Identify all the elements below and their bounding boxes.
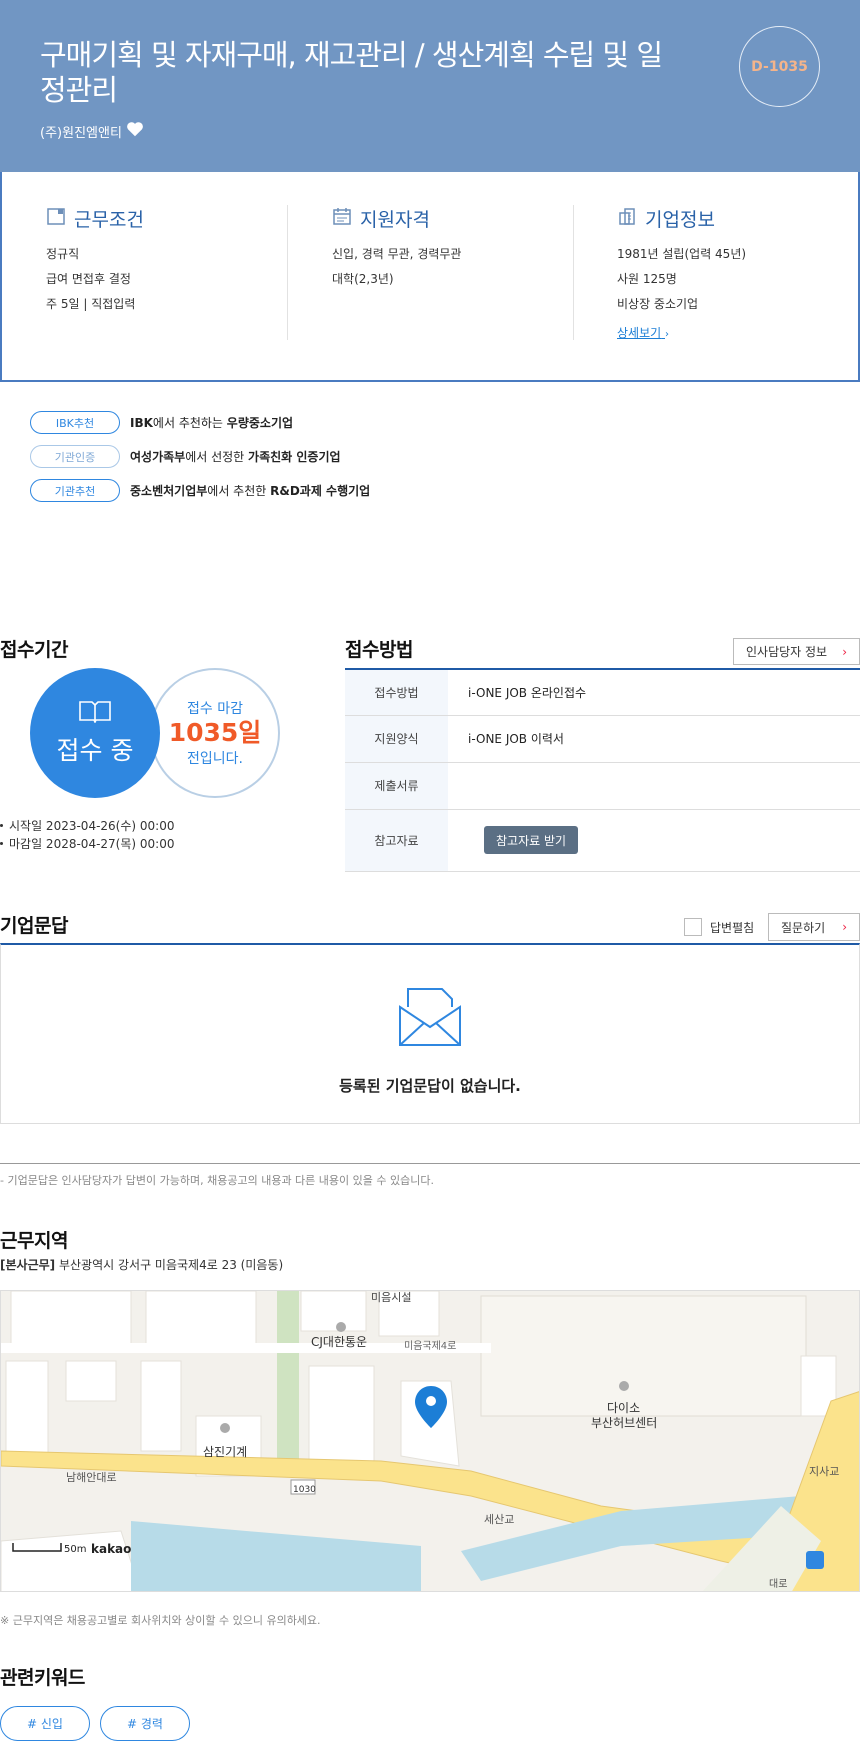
badge-cert: 기관인증 [30,445,120,468]
chevron-right-icon: › [842,644,847,659]
badge-rec: 기관추천 [30,479,120,502]
company-line: 1981년 설립(업력 45년) [617,247,747,261]
company-line: 비상장 중소기업 [617,297,699,311]
divider [573,205,574,340]
work-title: 근무조건 [74,209,144,231]
badge-ibk: IBK추천 [30,411,120,434]
job-title: 구매기획 및 자재구매, 재고관리 / 생산계획 수립 및 일정관리 [40,38,663,107]
deadline-suffix: 전입니다. [187,751,243,767]
period-title: 접수기간 [0,639,68,661]
qualifications: 지원자격 신입, 경력 무관, 경력무관 대학(2,3년) [332,205,572,340]
status-circle: 접수 중 [30,668,160,798]
map-label: 미음시설 [371,1291,412,1304]
badge-row-ibk: IBK추천 IBK에서 추천하는 우량중소기업 [30,411,293,434]
work-line: 정규직 [46,247,80,261]
qualification-line: 신입, 경력 무관, 경력무관 [332,247,462,261]
end-date: 마감일 2028-04-27(목) 00:00 [0,835,174,852]
company-name[interactable]: (주)원진엠앤티 [40,122,122,141]
keyword-chip[interactable]: # 경력 [100,1706,190,1741]
divider [287,205,288,340]
qa-note: - 기업문답은 인사담당자가 답변이 가능하며, 채용공고의 내용과 다른 내용… [0,1174,434,1187]
map-note: ※ 근무지역은 채용공고별로 회사위치와 상이할 수 있으니 유의하세요. [0,1614,321,1627]
map-scale: 50m [64,1544,87,1555]
qualification-title: 지원자격 [360,209,430,231]
map-label: 삼진기계 [203,1445,248,1459]
table-row: 지원양식 i-ONE JOB 이력서 [345,715,860,763]
heart-icon[interactable] [126,121,144,141]
ask-question-button[interactable]: 질문하기 › [768,913,860,941]
map-label: 남해안대로 [66,1471,117,1484]
map-label: 세산교 [484,1513,515,1526]
keyword-chip[interactable]: # 신입 [0,1706,90,1741]
address-line: [본사근무] 부산광역시 강서구 미음국제4로 23 (미음동) [0,1256,283,1273]
hr-info-button[interactable]: 인사담당자 정보 › [733,638,860,665]
table-row: 제출서류 [345,762,860,810]
apply-table: 접수방법 i-ONE JOB 온라인접수 지원양식 i-ONE JOB 이력서 … [345,668,860,872]
status-label: 접수 중 [56,736,134,765]
deadline-circle: 접수 마감 1035일 전입니다. [150,668,280,798]
chevron-right-icon: › [842,920,847,934]
reference-download-button[interactable]: 참고자료 받기 [484,826,579,854]
work-line: 주 5일 | 직접입력 [46,297,136,311]
table-row: 참고자료 참고자료 받기 [345,809,860,872]
map-label: CJ대한통운 [311,1335,368,1349]
map-label: 지사교 [809,1465,840,1478]
keywords-title: 관련키워드 [0,1667,85,1689]
start-date: 시작일 2023-04-26(수) 00:00 [0,817,174,834]
building-icon [617,206,637,231]
expand-checkbox[interactable] [684,918,702,936]
location-title: 근무지역 [0,1230,68,1252]
company-detail-link[interactable]: 상세보기 › [617,324,669,341]
deadline-label: 접수 마감 [187,701,243,717]
company-info-title: 기업정보 [645,209,715,231]
qa-expand-toggle[interactable]: 답변펼침 [684,918,754,936]
qualification-line: 대학(2,3년) [332,272,394,286]
qa-empty-message: 등록된 기업문답이 없습니다. [339,1077,521,1095]
address-text: 부산광역시 강서구 미음국제4로 23 (미음동) [58,1258,284,1272]
company-info: 기업정보 1981년 설립(업력 45년) 사원 125명 비상장 중소기업 [617,205,847,340]
envelope-icon [398,985,462,1051]
door-icon [46,206,66,231]
dday-badge: D-1035 [739,26,820,107]
apply-title: 접수방법 [345,639,413,661]
badge-row-cert: 기관인증 여성가족부에서 선정한 가족친화 인증기업 [30,445,341,468]
company-line: 사원 125명 [617,272,677,286]
deadline-days: 1035일 [168,718,262,747]
map-label: 미음국제4로 [404,1341,457,1352]
qa-title: 기업문답 [0,915,68,937]
company-row: (주)원진엠앤티 [40,121,144,141]
map-label: 1030 [293,1485,316,1495]
map-brand: kakao [91,1542,132,1556]
badge-row-rec: 기관추천 중소벤처기업부에서 추천한 R&D과제 수행기업 [30,479,370,502]
calendar-icon [332,206,352,231]
book-icon [78,699,112,727]
work-conditions: 근무조건 정규직 급여 면접후 결정 주 5일 | 직접입력 [46,205,286,340]
work-line: 급여 면접후 결정 [46,272,131,286]
table-row: 접수방법 i-ONE JOB 온라인접수 [345,669,860,716]
map-label: 대로 [769,1579,788,1590]
divider [0,1163,860,1164]
map[interactable]: 미음시설 CJ대한통운 미음국제4로 다이소 부산허브센터 삼진기계 남해안대로… [0,1290,860,1592]
map-label: 부산허브센터 [591,1416,658,1430]
address-tag: [본사근무] [0,1258,56,1272]
